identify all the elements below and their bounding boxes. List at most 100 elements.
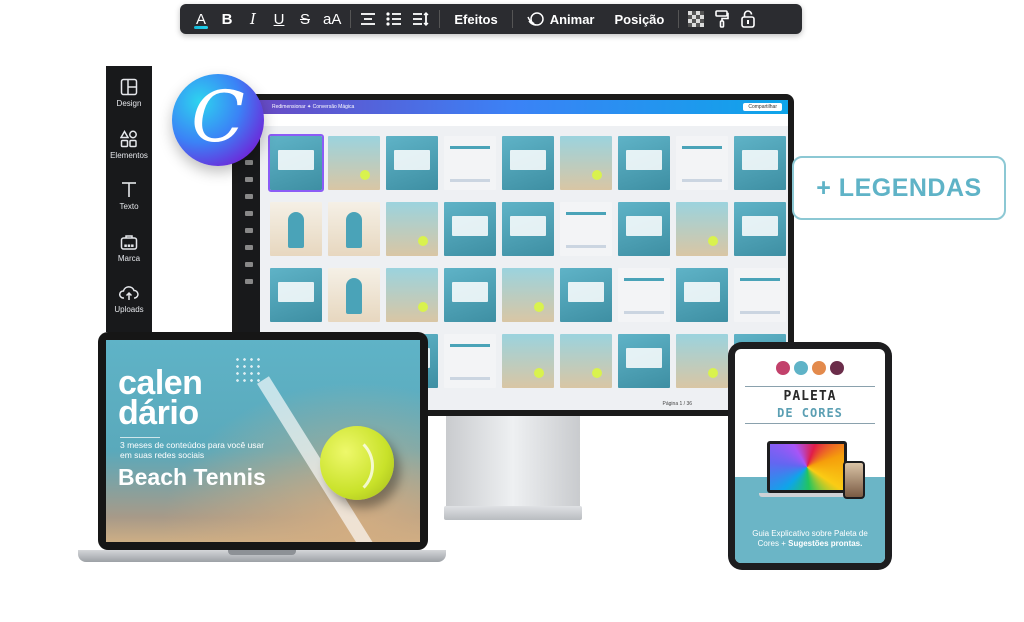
italic-button[interactable]: I	[240, 4, 266, 34]
letter-case-label: aA	[323, 10, 342, 28]
animate-button[interactable]: Animar	[517, 4, 605, 34]
sidebar-item-elementos[interactable]: Elementos	[106, 126, 152, 178]
italic-label: I	[250, 10, 256, 28]
underline-button[interactable]: U	[266, 4, 292, 34]
page-thumbnail[interactable]	[444, 136, 496, 190]
page-thumbnail[interactable]	[676, 202, 728, 256]
effects-button[interactable]: Efeitos	[444, 4, 507, 34]
page-thumbnail[interactable]	[676, 334, 728, 388]
tablet: PALETA DE CORES Guia Explicativo sobre P…	[728, 342, 892, 570]
cover-subtitle: 3 meses de conteúdos para você usar em s…	[120, 440, 265, 460]
cover-headline: Beach Tennis	[118, 464, 266, 490]
page-thumbnail[interactable]	[444, 268, 496, 322]
page-thumbnail[interactable]	[734, 136, 786, 190]
editor-tool-row	[260, 114, 788, 126]
canva-logo: C	[172, 74, 264, 166]
page-thumbnail[interactable]	[560, 136, 612, 190]
copy-style-button[interactable]	[709, 4, 735, 34]
page-thumbnail[interactable]	[502, 136, 554, 190]
text-color-button[interactable]: A	[188, 4, 214, 34]
svg-text:▪▪▪: ▪▪▪	[124, 243, 134, 249]
page-thumbnail[interactable]	[502, 268, 554, 322]
page-thumbnail[interactable]	[618, 334, 670, 388]
laptop-notch	[228, 550, 296, 555]
paint-roller-icon	[715, 10, 730, 28]
page-thumbnail[interactable]	[560, 334, 612, 388]
tennis-ball	[320, 426, 394, 500]
page-thumbnail[interactable]	[502, 334, 554, 388]
page-thumbnail[interactable]	[734, 268, 786, 322]
lock-button[interactable]	[735, 4, 761, 34]
sidebar-item-texto[interactable]: Texto	[106, 177, 152, 229]
cover-title: calen dário	[118, 366, 203, 432]
page-thumbnail[interactable]	[386, 268, 438, 322]
toolbar-divider	[511, 10, 513, 28]
dot-pattern	[234, 356, 262, 384]
monitor-stand	[446, 416, 580, 506]
page-thumbnail[interactable]	[328, 136, 380, 190]
swatch-4	[830, 361, 844, 375]
page-thumbnail[interactable]	[386, 136, 438, 190]
color-swatches	[735, 361, 885, 375]
page-thumbnail[interactable]	[268, 134, 324, 192]
sidebar-item-label: Uploads	[114, 305, 144, 315]
palette-subtitle: DE CORES	[777, 406, 843, 420]
swatch-1	[776, 361, 790, 375]
mockup-laptop-base	[759, 493, 855, 497]
shapes-icon	[120, 129, 137, 147]
page-thumbnail[interactable]	[502, 202, 554, 256]
title-rule-top	[745, 386, 875, 387]
mockup-laptop	[767, 441, 847, 493]
sidebar-item-marca[interactable]: ▪▪▪ Marca	[106, 229, 152, 281]
sidebar-item-design[interactable]: Design	[106, 74, 152, 126]
spacing-button[interactable]	[407, 4, 435, 34]
caption-bold: Sugestões prontas.	[788, 539, 863, 548]
cover-divider	[120, 437, 160, 438]
page-thumbnail[interactable]	[676, 136, 728, 190]
cover-title-line2: dário	[118, 394, 199, 432]
page-thumbnail[interactable]	[560, 202, 612, 256]
bold-button[interactable]: B	[214, 4, 240, 34]
page-indicator: Página 1 / 36	[662, 401, 692, 407]
page-thumbnail[interactable]	[560, 268, 612, 322]
page-thumbnail[interactable]	[328, 202, 380, 256]
sidebar-item-label: Marca	[117, 253, 141, 263]
page-thumbnail[interactable]	[444, 334, 496, 388]
calendar-cover: calen dário 3 meses de conteúdos para vo…	[106, 340, 420, 542]
text-color-swatch	[194, 26, 208, 29]
mockup-phone	[843, 461, 865, 499]
swatch-2	[794, 361, 808, 375]
underline-label: U	[273, 10, 285, 28]
page-thumbnail[interactable]	[270, 202, 322, 256]
page-thumbnail[interactable]	[386, 202, 438, 256]
align-button[interactable]	[355, 4, 381, 34]
page-thumbnail[interactable]	[618, 268, 670, 322]
editor-breadcrumb[interactable]: Redimensionar ✦ Conversão Mágica	[272, 104, 354, 110]
toolbar-divider	[439, 10, 441, 28]
page-thumbnail[interactable]	[676, 268, 728, 322]
page-thumbnail[interactable]	[734, 202, 786, 256]
strikethrough-button[interactable]: S	[292, 4, 318, 34]
layout-icon	[120, 78, 138, 96]
page-thumbnail[interactable]	[444, 202, 496, 256]
bold-label: B	[221, 10, 233, 28]
transparency-button[interactable]	[683, 4, 709, 34]
align-center-icon	[361, 13, 376, 25]
page-thumbnail[interactable]	[618, 136, 670, 190]
share-button[interactable]: Compartilhar	[743, 103, 782, 111]
page-thumbnail[interactable]	[328, 268, 380, 322]
letter-case-button[interactable]: aA	[318, 4, 346, 34]
text-format-toolbar: A B I U S aA Efeitos Animar Posição	[180, 4, 802, 34]
animate-icon	[527, 12, 544, 26]
legendas-badge: + LEGENDAS	[792, 156, 1006, 220]
page-thumbnail[interactable]	[270, 268, 322, 322]
editor-sidebar: Design Elementos Texto ▪▪▪ Marca Uploads	[106, 66, 152, 332]
canva-logo-letter: C	[191, 76, 245, 158]
toolbar-divider	[350, 10, 352, 28]
page-thumbnail[interactable]	[618, 202, 670, 256]
position-button[interactable]: Posição	[605, 4, 675, 34]
text-icon	[122, 182, 136, 198]
palette-title: PALETA	[783, 389, 837, 404]
sidebar-item-uploads[interactable]: Uploads	[106, 280, 152, 332]
list-button[interactable]	[381, 4, 407, 34]
